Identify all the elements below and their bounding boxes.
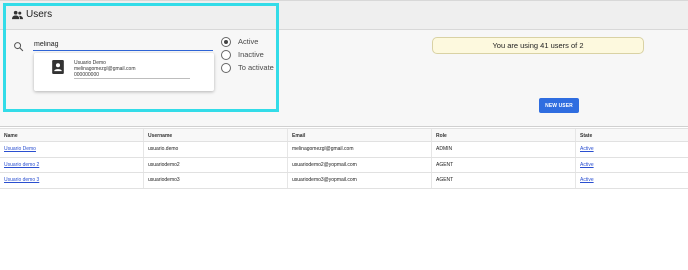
column-header-state[interactable]: State	[575, 129, 688, 141]
search-icon	[14, 42, 24, 52]
usage-badge: You are using 41 users of 2	[432, 37, 644, 54]
radio-active[interactable]	[221, 37, 231, 47]
name-cell: Usuario demo 3	[0, 173, 143, 188]
name-cell: Usuario demo 2	[0, 158, 143, 173]
column-header-username[interactable]: Username	[143, 129, 287, 141]
table-header-row: Name Username Email Role State	[0, 128, 688, 142]
table-row: Usuario Demo usuario.demo melinagomezgl@…	[0, 142, 688, 158]
column-header-name[interactable]: Name	[0, 129, 143, 141]
role-cell: ADMIN	[431, 142, 575, 157]
email-cell: usuariodemo3@yopmail.com	[287, 173, 431, 188]
state-link[interactable]: Active	[580, 177, 594, 183]
column-header-role[interactable]: Role	[431, 129, 575, 141]
radio-label-inactive: Inactive	[238, 50, 264, 59]
state-cell: Active	[575, 142, 688, 157]
new-user-button[interactable]: NEW USER	[539, 98, 579, 113]
search-suggestion[interactable]: Usuario Demo melinagomezgl@gmail.com 000…	[34, 53, 214, 91]
user-name-link[interactable]: Usuario Demo	[4, 146, 36, 152]
column-header-email[interactable]: Email	[287, 129, 431, 141]
search-input[interactable]	[33, 38, 213, 51]
table-row: Usuario demo 2 usuariodemo2 usuariodemo2…	[0, 157, 688, 173]
radio-inactive[interactable]	[221, 50, 231, 60]
page-header: Users	[0, 0, 688, 30]
username-cell: usuario.demo	[143, 142, 287, 157]
username-cell: usuariodemo2	[143, 157, 287, 172]
users-icon	[12, 10, 23, 20]
name-cell: Usuario Demo	[0, 142, 143, 157]
role-cell: AGENT	[431, 173, 575, 188]
user-name-link[interactable]: Usuario demo 3	[4, 177, 39, 183]
state-cell: Active	[575, 157, 688, 172]
state-cell: Active	[575, 173, 688, 188]
email-cell: usuariodemo2@yopmail.com	[287, 157, 431, 172]
table-row: Usuario demo 3 usuariodemo3 usuariodemo3…	[0, 173, 688, 189]
username-cell: usuariodemo3	[143, 173, 287, 188]
page-title: Users	[26, 9, 53, 20]
contact-card-icon	[52, 60, 64, 74]
role-cell: AGENT	[431, 157, 575, 172]
radio-label-active: Active	[238, 37, 259, 46]
user-name-link[interactable]: Usuario demo 2	[4, 162, 39, 168]
radio-label-to-activate: To activate	[238, 63, 274, 72]
state-link[interactable]: Active	[580, 146, 594, 152]
state-link[interactable]: Active	[580, 162, 594, 168]
suggestion-divider	[74, 78, 190, 79]
radio-to-activate[interactable]	[221, 63, 231, 73]
users-table: Name Username Email Role State Usuario D…	[0, 128, 688, 189]
email-cell: melinagomezgl@gmail.com	[287, 142, 431, 157]
